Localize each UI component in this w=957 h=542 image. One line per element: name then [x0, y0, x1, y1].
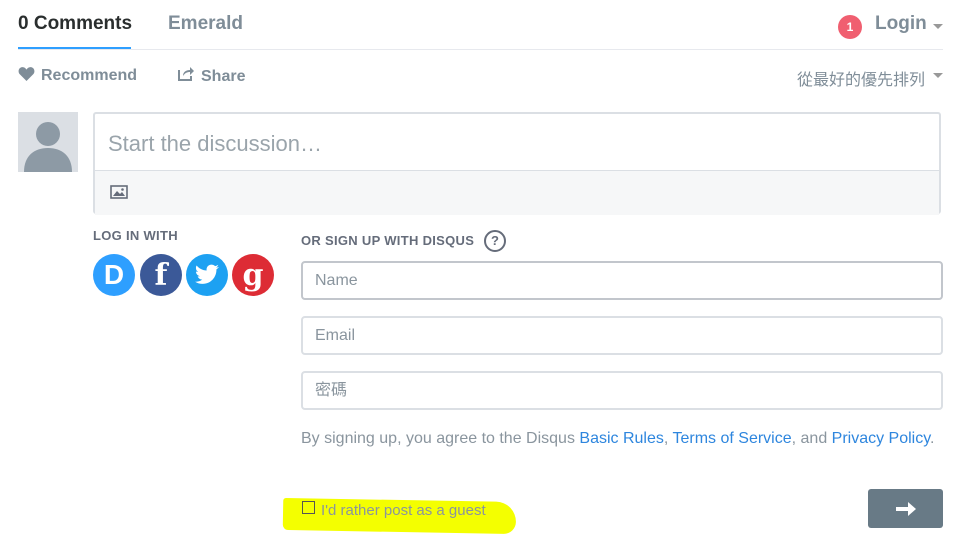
- facebook-icon: f: [154, 257, 168, 293]
- facebook-login-button[interactable]: f: [140, 254, 182, 296]
- terms-separator: , and: [791, 430, 832, 447]
- terms-of-service-link[interactable]: Terms of Service: [672, 430, 791, 447]
- terms-notice: By signing up, you agree to the Disqus B…: [301, 427, 941, 451]
- guest-checkbox[interactable]: [302, 501, 315, 514]
- tab-comments[interactable]: 0 Comments: [18, 13, 132, 35]
- notification-badge[interactable]: 1: [838, 15, 862, 39]
- login-with-heading: LOG IN WITH: [93, 228, 178, 243]
- signup-heading: OR SIGN UP WITH DISQUS: [301, 233, 475, 248]
- share-label: Share: [201, 67, 246, 85]
- chevron-down-icon[interactable]: [933, 24, 943, 29]
- disqus-login-button[interactable]: D: [93, 254, 135, 296]
- composer-toolbar: [95, 170, 939, 215]
- help-icon[interactable]: ?: [484, 230, 506, 252]
- recommend-button[interactable]: Recommend: [18, 66, 137, 86]
- terms-prefix: By signing up, you agree to the Disqus: [301, 430, 580, 447]
- twitter-login-button[interactable]: [186, 254, 228, 296]
- arrow-right-icon: [895, 501, 916, 516]
- twitter-icon: [195, 264, 219, 284]
- privacy-policy-link[interactable]: Privacy Policy: [832, 430, 930, 447]
- google-login-button[interactable]: g: [232, 254, 274, 296]
- header-divider: [18, 49, 943, 50]
- submit-button[interactable]: [868, 489, 943, 528]
- recommend-label: Recommend: [41, 67, 138, 84]
- guest-checkbox-label[interactable]: I'd rather post as a guest: [321, 502, 486, 519]
- login-button[interactable]: Login: [875, 13, 927, 35]
- share-button[interactable]: Share: [177, 66, 245, 87]
- composer-placeholder[interactable]: Start the discussion…: [108, 131, 322, 157]
- user-icon: [24, 122, 72, 172]
- email-field[interactable]: [301, 316, 943, 355]
- avatar: [18, 112, 78, 172]
- image-upload-icon[interactable]: [110, 185, 128, 204]
- disqus-icon: D: [103, 259, 125, 290]
- password-field[interactable]: [301, 371, 943, 410]
- share-icon: [177, 66, 195, 87]
- basic-rules-link[interactable]: Basic Rules: [579, 430, 663, 447]
- comment-composer[interactable]: Start the discussion…: [93, 112, 941, 215]
- terms-suffix: .: [930, 430, 935, 447]
- heart-icon: [18, 66, 35, 86]
- google-icon: g: [242, 257, 264, 293]
- name-field[interactable]: [301, 261, 943, 300]
- sort-dropdown[interactable]: 從最好的優先排列: [797, 66, 925, 90]
- chevron-down-icon[interactable]: [933, 73, 943, 78]
- tab-forum[interactable]: Emerald: [168, 13, 243, 35]
